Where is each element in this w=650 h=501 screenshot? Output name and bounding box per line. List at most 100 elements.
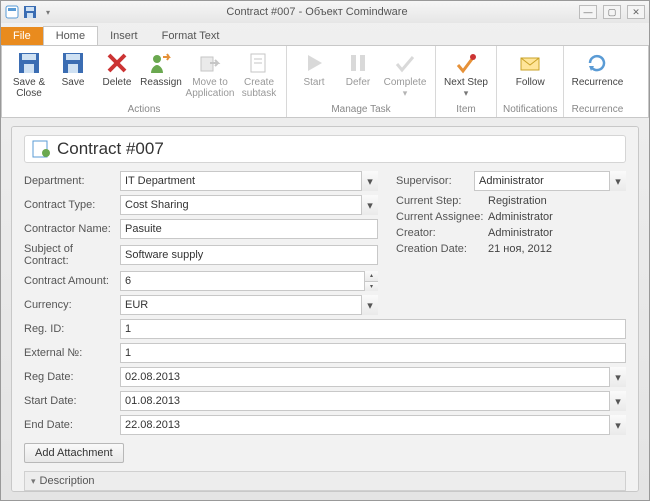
app-icon (5, 5, 19, 19)
label-subject: Subject of Contract: (24, 243, 120, 267)
dropdown-icon[interactable]: ▾ (609, 367, 626, 387)
start-icon (302, 51, 326, 75)
group-label-recurrence: Recurrence (572, 104, 624, 117)
dropdown-icon[interactable]: ▾ (609, 415, 626, 435)
tab-insert[interactable]: Insert (98, 27, 150, 45)
save-button[interactable]: Save (52, 48, 94, 91)
follow-button[interactable]: Follow (504, 48, 556, 91)
currency-field[interactable] (120, 295, 378, 315)
window-controls: — ▢ ✕ (579, 5, 645, 19)
current-step-value: Registration (488, 195, 547, 207)
minimize-button[interactable]: — (579, 5, 597, 19)
label-currency: Currency: (24, 299, 120, 311)
defer-icon (346, 51, 370, 75)
save-close-icon (17, 51, 41, 75)
chevron-down-icon: ▾ (403, 88, 408, 98)
recurrence-icon (585, 51, 609, 75)
complete-button[interactable]: Complete ▾ (381, 48, 429, 102)
label-start-date: Start Date: (24, 395, 120, 407)
current-assignee-value: Administrator (488, 211, 553, 223)
group-label-notifications: Notifications (503, 104, 557, 117)
start-button[interactable]: Start (293, 48, 335, 91)
add-attachment-button[interactable]: Add Attachment (24, 443, 124, 463)
group-manage-task: Start Defer Complete ▾ Manage Task (287, 46, 436, 117)
external-no-field[interactable] (120, 343, 626, 363)
label-contract-type: Contract Type: (24, 199, 120, 211)
dropdown-icon[interactable]: ▾ (361, 195, 378, 215)
label-creator: Creator: (396, 227, 488, 239)
qat-dropdown-icon[interactable]: ▾ (41, 5, 55, 19)
form-panel: Department:▾ Contract Type:▾ Contractor … (11, 126, 639, 492)
dropdown-icon[interactable]: ▾ (361, 295, 378, 315)
group-actions: Save & Close Save Delete Reassign Move t… (2, 46, 287, 117)
contract-type-field[interactable] (120, 195, 378, 215)
next-step-icon (454, 51, 478, 75)
group-label-item: Item (456, 104, 475, 117)
ribbon: Save & Close Save Delete Reassign Move t… (1, 45, 649, 118)
label-reg-id: Reg. ID: (24, 323, 120, 335)
content-area: Department:▾ Contract Type:▾ Contractor … (1, 118, 649, 500)
label-current-assignee: Current Assignee: (396, 211, 488, 223)
quick-access-toolbar: ▾ (5, 5, 55, 19)
group-label-actions: Actions (128, 104, 161, 117)
dropdown-icon[interactable]: ▾ (361, 171, 378, 191)
form-grid: Department:▾ Contract Type:▾ Contractor … (24, 171, 626, 319)
move-app-icon (198, 51, 222, 75)
record-title-input[interactable] (57, 139, 619, 159)
delete-icon (105, 51, 129, 75)
tab-file[interactable]: File (1, 27, 43, 45)
end-date-field[interactable] (120, 415, 626, 435)
department-field[interactable] (120, 171, 378, 191)
group-item: Next Step ▾ Item (436, 46, 497, 117)
group-notifications: Follow Notifications (497, 46, 564, 117)
description-body[interactable] (24, 490, 626, 492)
creator-value: Administrator (488, 227, 553, 239)
label-external-no: External №: (24, 347, 120, 359)
contract-amount-field[interactable] (120, 271, 378, 291)
subject-field[interactable] (120, 245, 378, 265)
delete-button[interactable]: Delete (96, 48, 138, 91)
chevron-down-icon: ▾ (464, 88, 469, 98)
creation-date-value: 21 ноя, 2012 (488, 243, 552, 255)
complete-icon (393, 51, 417, 75)
dropdown-icon[interactable]: ▾ (609, 391, 626, 411)
next-step-button[interactable]: Next Step ▾ (442, 48, 490, 102)
record-title-row (24, 135, 626, 163)
dropdown-icon[interactable]: ▾ (609, 171, 626, 191)
group-recurrence: Recurrence Recurrence (564, 46, 630, 117)
close-button[interactable]: ✕ (627, 5, 645, 19)
supervisor-field[interactable] (474, 171, 626, 191)
label-creation-date: Creation Date: (396, 243, 488, 255)
chevron-down-icon: ▾ (31, 476, 36, 487)
titlebar: ▾ Contract #007 - Объект Comindware — ▢ … (1, 1, 649, 23)
save-qat-icon[interactable] (23, 5, 37, 19)
recurrence-button[interactable]: Recurrence (570, 48, 624, 91)
save-close-button[interactable]: Save & Close (8, 48, 50, 102)
label-supervisor: Supervisor: (396, 175, 474, 187)
group-label-manage-task: Manage Task (331, 104, 390, 117)
reg-id-field[interactable] (120, 319, 626, 339)
form-col-left: Department:▾ Contract Type:▾ Contractor … (24, 171, 378, 319)
reassign-button[interactable]: Reassign (140, 48, 182, 91)
label-contractor-name: Contractor Name: (24, 223, 120, 235)
move-to-application-button[interactable]: Move to Application (184, 48, 236, 102)
description-header[interactable]: ▾ Description (24, 471, 626, 490)
tab-home[interactable]: Home (43, 26, 98, 45)
label-end-date: End Date: (24, 419, 120, 431)
start-date-field[interactable] (120, 391, 626, 411)
window-title: Contract #007 - Объект Comindware (55, 6, 579, 18)
contractor-name-field[interactable] (120, 219, 378, 239)
defer-button[interactable]: Defer (337, 48, 379, 91)
reg-date-field[interactable] (120, 367, 626, 387)
description-label: Description (40, 475, 95, 487)
reassign-icon (149, 51, 173, 75)
record-icon (31, 139, 51, 159)
label-contract-amount: Contract Amount: (24, 275, 120, 287)
maximize-button[interactable]: ▢ (603, 5, 621, 19)
tab-format-text[interactable]: Format Text (150, 27, 232, 45)
create-subtask-icon (247, 51, 271, 75)
label-reg-date: Reg Date: (24, 371, 120, 383)
create-subtask-button[interactable]: Create subtask (238, 48, 280, 102)
app-window: ▾ Contract #007 - Объект Comindware — ▢ … (0, 0, 650, 501)
spinner[interactable]: ▴▾ (364, 271, 378, 291)
